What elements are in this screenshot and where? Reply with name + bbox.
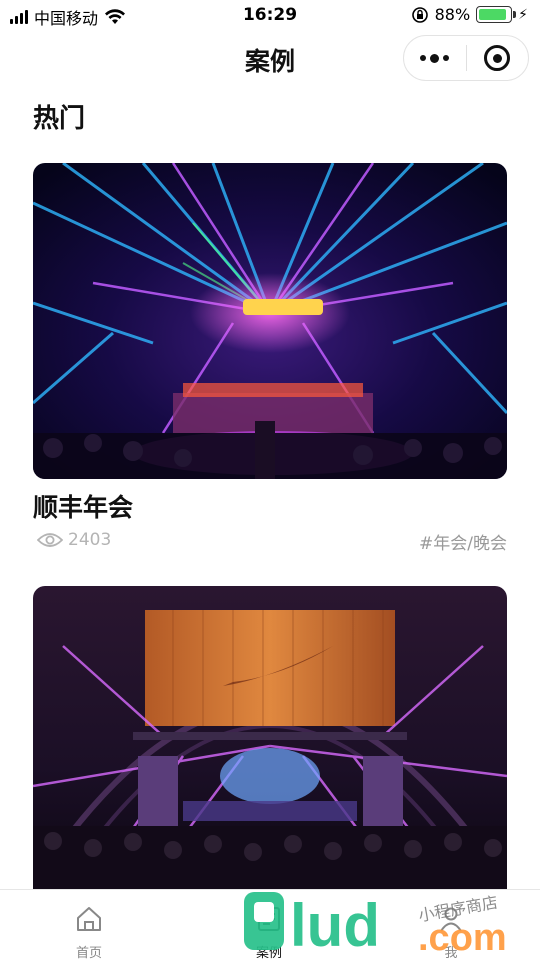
case-title[interactable]: 顺丰年会 [33, 488, 133, 524]
battery-percent: 88% [434, 5, 471, 24]
battery-icon [476, 6, 517, 23]
case-card-image[interactable] [33, 163, 507, 479]
status-right: 88% ⚡ [411, 5, 528, 24]
more-dots-icon[interactable] [404, 36, 466, 80]
miniprogram-capsule [403, 35, 529, 81]
tab-label: 首页 [75, 946, 102, 960]
tab-home[interactable]: 首页 [29, 890, 149, 960]
nike-summer-night-stage-photo [33, 586, 507, 890]
battery-fill [479, 9, 506, 20]
tab-case[interactable]: 案例 [209, 890, 329, 960]
tab-label: 案例 [255, 946, 282, 960]
navbar: 案例 [0, 30, 540, 88]
tab-label: 我 [444, 946, 458, 960]
case-card-image[interactable] [33, 586, 507, 890]
person-icon [440, 907, 462, 932]
eye-icon [37, 533, 63, 547]
case-tag[interactable]: #年会/晚会 [419, 529, 507, 554]
tab-bar: 首页 案例 我 [0, 889, 540, 960]
concert-stage-lights-photo [33, 163, 507, 479]
home-icon [77, 907, 101, 931]
view-count: 2403 [68, 530, 112, 550]
charging-icon: ⚡ [518, 6, 528, 23]
case-meta: 2403 #年会/晚会 [33, 528, 507, 554]
rotation-lock-icon [411, 6, 428, 23]
case-icon [258, 907, 280, 931]
tab-me[interactable]: 我 [391, 890, 511, 960]
section-title: 热门 [33, 104, 86, 134]
miniprogram-close-icon[interactable] [467, 36, 529, 80]
status-bar: 中国移动 16:29 88% ⚡ [0, 0, 540, 30]
